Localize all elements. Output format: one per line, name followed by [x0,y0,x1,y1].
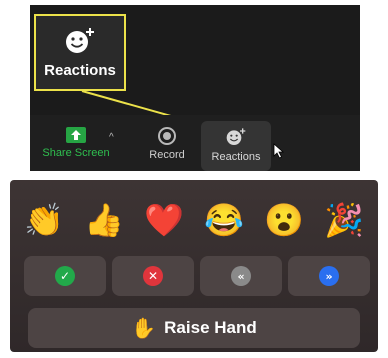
reactions-picker: 👏 👍 ❤️ 😂 😮 🎉 ✓ ✕ « » ✋ Raise Hand [10,180,378,352]
raise-hand-label: Raise Hand [164,318,257,337]
feedback-row: ✓ ✕ « » [24,256,370,296]
reactions-icon [66,28,94,53]
share-screen-icon [66,127,86,143]
party-popper-icon[interactable]: 🎉 [324,202,364,238]
raised-hand-icon: ✋ [131,317,157,340]
tears-of-joy-icon[interactable]: 😂 [204,202,244,238]
x-icon: ✕ [143,266,163,286]
clapping-hands-icon[interactable]: 👏 [24,202,64,238]
emoji-row: 👏 👍 ❤️ 😂 😮 🎉 [24,202,364,238]
thumbs-up-icon[interactable]: 👍 [84,202,124,238]
raise-hand-button[interactable]: ✋ Raise Hand [28,308,360,348]
go-slower-button[interactable]: « [200,256,282,296]
record-button[interactable]: Record [142,127,192,161]
share-options-caret-icon[interactable]: ^ [109,132,114,143]
yes-button[interactable]: ✓ [24,256,106,296]
go-faster-button[interactable]: » [288,256,370,296]
record-label: Record [149,149,185,161]
no-button[interactable]: ✕ [112,256,194,296]
meeting-toolbar: Share Screen ^ Record Reactions [30,115,360,171]
share-screen-button[interactable]: Share Screen [40,127,112,159]
zoom-toolbar-panel: Reactions Share Screen ^ Record Reaction… [30,5,360,171]
callout-label: Reactions [44,62,116,79]
share-screen-label: Share Screen [42,147,110,159]
red-heart-icon[interactable]: ❤️ [144,202,184,238]
mouse-cursor-icon [273,143,285,159]
fast-forward-icon: » [319,266,339,286]
surprised-face-icon[interactable]: 😮 [264,202,304,238]
reactions-button[interactable]: Reactions [201,121,271,171]
reactions-small-icon [226,128,246,145]
check-icon: ✓ [55,266,75,286]
record-icon [158,127,176,145]
reactions-callout: Reactions [34,14,126,91]
reactions-label: Reactions [211,151,261,163]
rewind-icon: « [231,266,251,286]
